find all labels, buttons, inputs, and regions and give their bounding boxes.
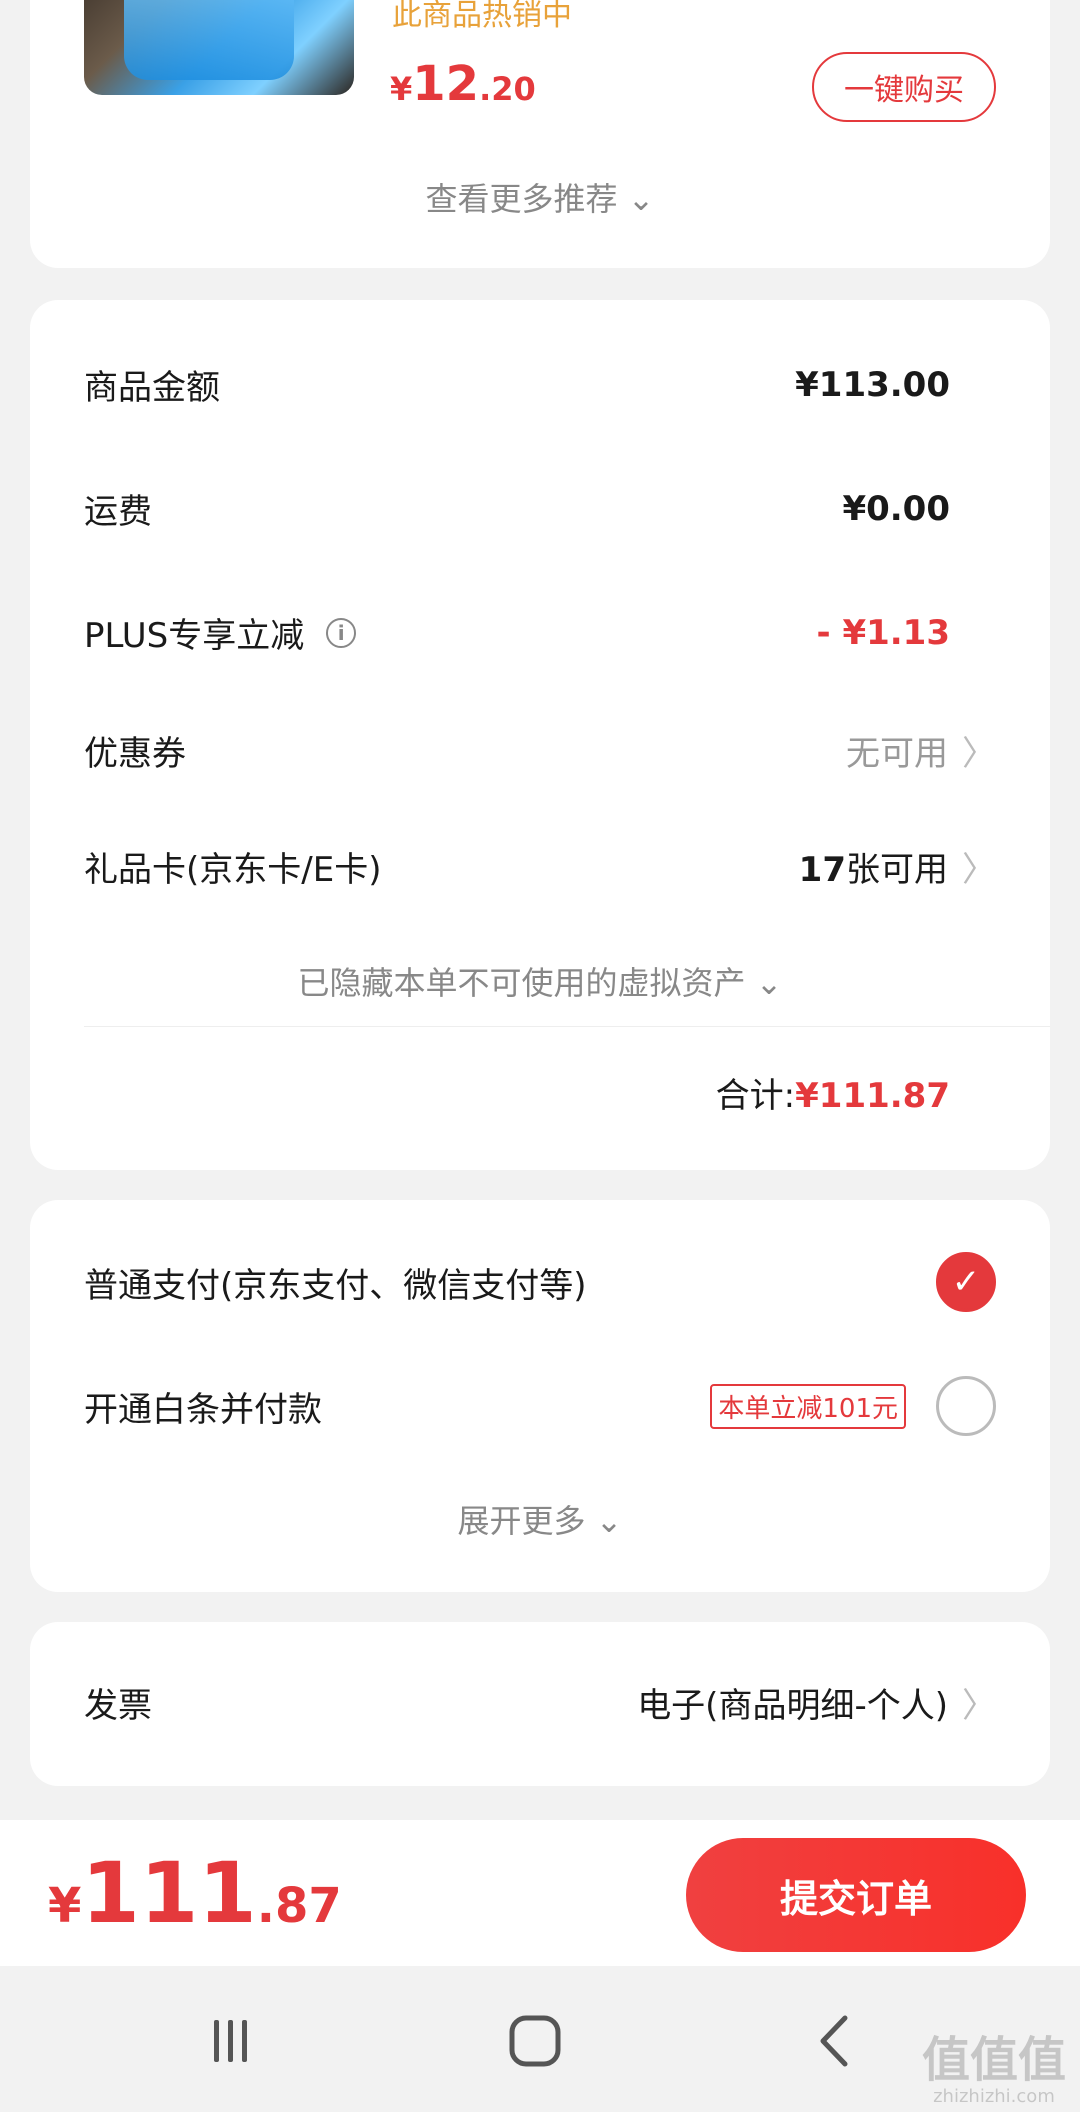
coupon-right: 无可用 〉: [846, 726, 996, 775]
price-currency: ¥: [390, 70, 413, 108]
amount-card: 商品金额 ¥113.00 运费 ¥0.00 PLUS专享立减 i - ¥1.13…: [30, 300, 1050, 1170]
checkout-bar: ¥111.87 提交订单: [0, 1820, 1080, 1966]
system-nav-bar: 值值值 zhizhizhi.com: [0, 1966, 1080, 2112]
recommend-product-image[interactable]: [84, 0, 354, 95]
invoice-row[interactable]: 发票 电子(商品明细-个人) 〉: [84, 1678, 996, 1727]
shipping-row: 运费 ¥0.00: [84, 484, 996, 533]
divider: [84, 1026, 1050, 1027]
normal-payment-row[interactable]: 普通支付(京东支付、微信支付等) ✓: [84, 1252, 996, 1312]
chevron-right-icon: 〉: [962, 734, 996, 774]
plus-discount-row: PLUS专享立减 i - ¥1.13: [84, 608, 996, 657]
giftcard-available: 17张可用: [799, 842, 948, 891]
giftcard-suffix: 张可用: [846, 850, 948, 890]
invoice-label: 发票: [84, 1686, 152, 1726]
invoice-card[interactable]: 发票 电子(商品明细-个人) 〉: [30, 1622, 1050, 1786]
coupon-row[interactable]: 优惠券 无可用 〉: [84, 726, 996, 775]
recommend-price: ¥12.20: [390, 56, 536, 112]
plus-discount-label-wrap: PLUS专享立减 i: [84, 608, 357, 657]
shipping-value: ¥0.00: [842, 488, 950, 529]
product-image-content: [124, 0, 294, 80]
check-icon[interactable]: ✓: [936, 1252, 996, 1312]
hot-selling-label: 此商品热销中: [392, 0, 572, 33]
baitiao-radio[interactable]: [936, 1376, 996, 1436]
chevron-right-icon: 〉: [962, 850, 996, 890]
baitiao-payment-row[interactable]: 开通白条并付款 本单立减101元: [84, 1376, 996, 1436]
back-icon[interactable]: [800, 2006, 870, 2076]
price-decimal: .20: [479, 70, 536, 108]
hidden-assets-toggle[interactable]: 已隐藏本单不可使用的虚拟资产 ⌄: [30, 958, 1050, 1004]
coupon-value: 无可用: [846, 734, 948, 774]
plus-discount-label: PLUS专享立减: [84, 616, 305, 656]
checkout-currency: ¥: [48, 1878, 82, 1934]
total-value: ¥111.87: [795, 1076, 950, 1116]
baitiao-promo-badge: 本单立减101元: [710, 1383, 906, 1429]
plus-discount-value: - ¥1.13: [816, 612, 951, 653]
total-row: 合计:¥111.87: [716, 1068, 950, 1117]
watermark-sub: zhizhizhi.com: [933, 2086, 1055, 2107]
view-more-recommend[interactable]: 查看更多推荐 ⌄: [30, 174, 1050, 220]
expand-more-payments[interactable]: 展开更多 ⌄: [30, 1496, 1050, 1542]
normal-payment-label: 普通支付(京东支付、微信支付等): [84, 1265, 587, 1306]
payment-card: 普通支付(京东支付、微信支付等) ✓ 开通白条并付款 本单立减101元 展开更多…: [30, 1200, 1050, 1592]
info-icon[interactable]: i: [326, 617, 357, 648]
baitiao-label: 开通白条并付款: [84, 1389, 322, 1430]
giftcard-right: 17张可用 〉: [799, 842, 996, 891]
total-label: 合计:: [715, 1076, 796, 1116]
giftcard-row[interactable]: 礼品卡(京东卡/E卡) 17张可用 〉: [84, 842, 996, 891]
chevron-right-icon: 〉: [962, 1686, 996, 1726]
baitiao-right: 本单立减101元: [710, 1376, 996, 1436]
invoice-right: 电子(商品明细-个人) 〉: [637, 1678, 996, 1727]
home-icon[interactable]: [500, 2006, 570, 2076]
checkout-price-integer: 111: [81, 1844, 257, 1942]
goods-amount-value: ¥113.00: [795, 364, 950, 405]
coupon-label: 优惠券: [84, 734, 186, 774]
one-click-buy-button[interactable]: 一键购买: [812, 52, 996, 122]
price-integer: 12: [412, 56, 480, 112]
checkout-price-decimal: .87: [256, 1878, 342, 1934]
recommend-card: 此商品热销中 ¥12.20 一键购买 查看更多推荐 ⌄: [30, 0, 1050, 268]
shipping-label: 运费: [84, 492, 152, 532]
giftcard-label: 礼品卡(京东卡/E卡): [84, 850, 382, 890]
site-watermark: 值值值 zhizhizhi.com: [922, 2036, 1066, 2106]
goods-amount-row: 商品金额 ¥113.00: [84, 360, 996, 409]
recent-apps-icon[interactable]: [196, 2006, 266, 2076]
submit-order-button[interactable]: 提交订单: [686, 1838, 1026, 1952]
giftcard-count: 17: [798, 850, 846, 890]
invoice-value: 电子(商品明细-个人): [637, 1686, 948, 1726]
checkout-price: ¥111.87: [48, 1844, 342, 1942]
watermark-main: 值值值: [921, 2032, 1066, 2088]
goods-amount-label: 商品金额: [84, 368, 220, 408]
